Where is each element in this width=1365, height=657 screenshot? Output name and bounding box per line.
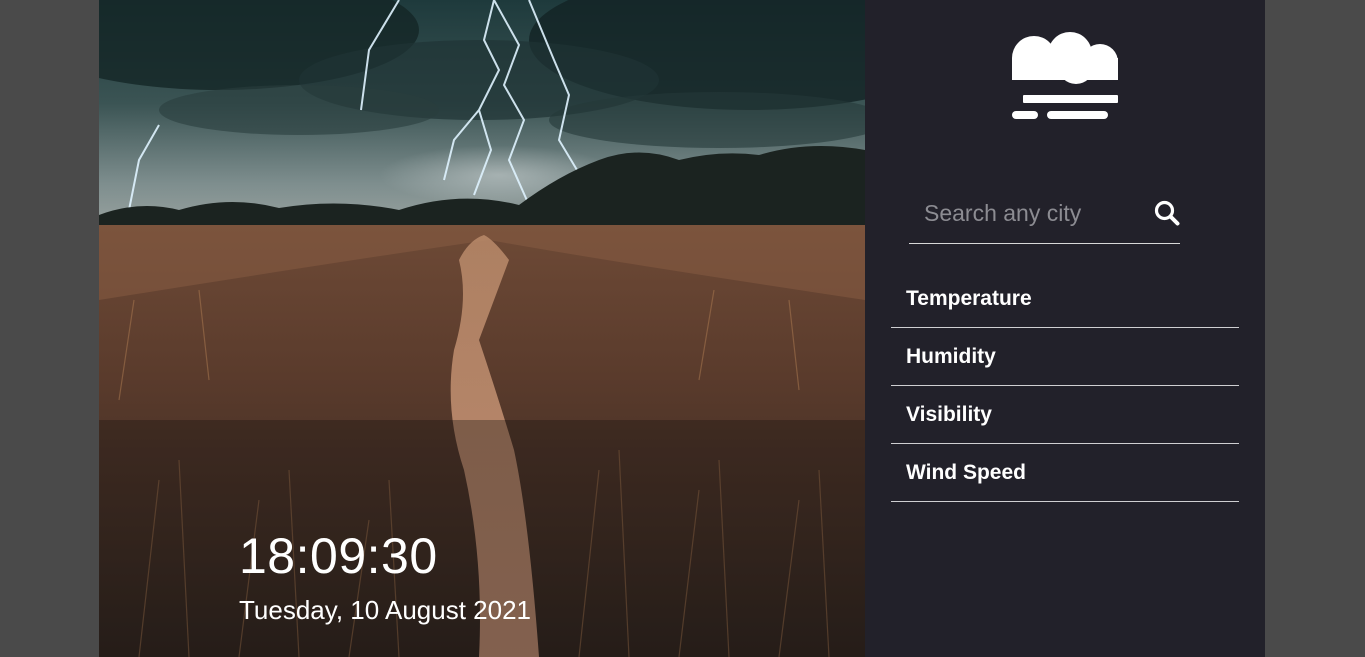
detail-label: Visibility xyxy=(906,402,992,426)
weather-app: 18:09:30 Tuesday, 10 August 2021 Search … xyxy=(99,0,1265,657)
fog-cloud-icon xyxy=(1012,32,1118,119)
weather-sidebar: Temperature Humidity Visibility Wind Spe… xyxy=(865,0,1265,657)
city-search xyxy=(909,187,1180,244)
current-time: 18:09:30 xyxy=(239,528,438,584)
detail-label: Wind Speed xyxy=(906,460,1026,484)
city-search-input[interactable] xyxy=(909,195,1144,231)
detail-label: Temperature xyxy=(906,286,1032,310)
detail-item-humidity[interactable]: Humidity xyxy=(891,328,1239,386)
detail-item-temperature[interactable]: Temperature xyxy=(891,270,1239,328)
weather-details-list: Temperature Humidity Visibility Wind Spe… xyxy=(891,270,1239,502)
detail-item-visibility[interactable]: Visibility xyxy=(891,386,1239,444)
current-date: Tuesday, 10 August 2021 xyxy=(239,595,531,625)
detail-item-wind-speed[interactable]: Wind Speed xyxy=(891,444,1239,502)
hero-panel: 18:09:30 Tuesday, 10 August 2021 xyxy=(99,0,865,657)
detail-label: Humidity xyxy=(906,344,996,368)
storm-field-background-image xyxy=(99,0,865,657)
search-icon[interactable] xyxy=(1153,199,1181,227)
